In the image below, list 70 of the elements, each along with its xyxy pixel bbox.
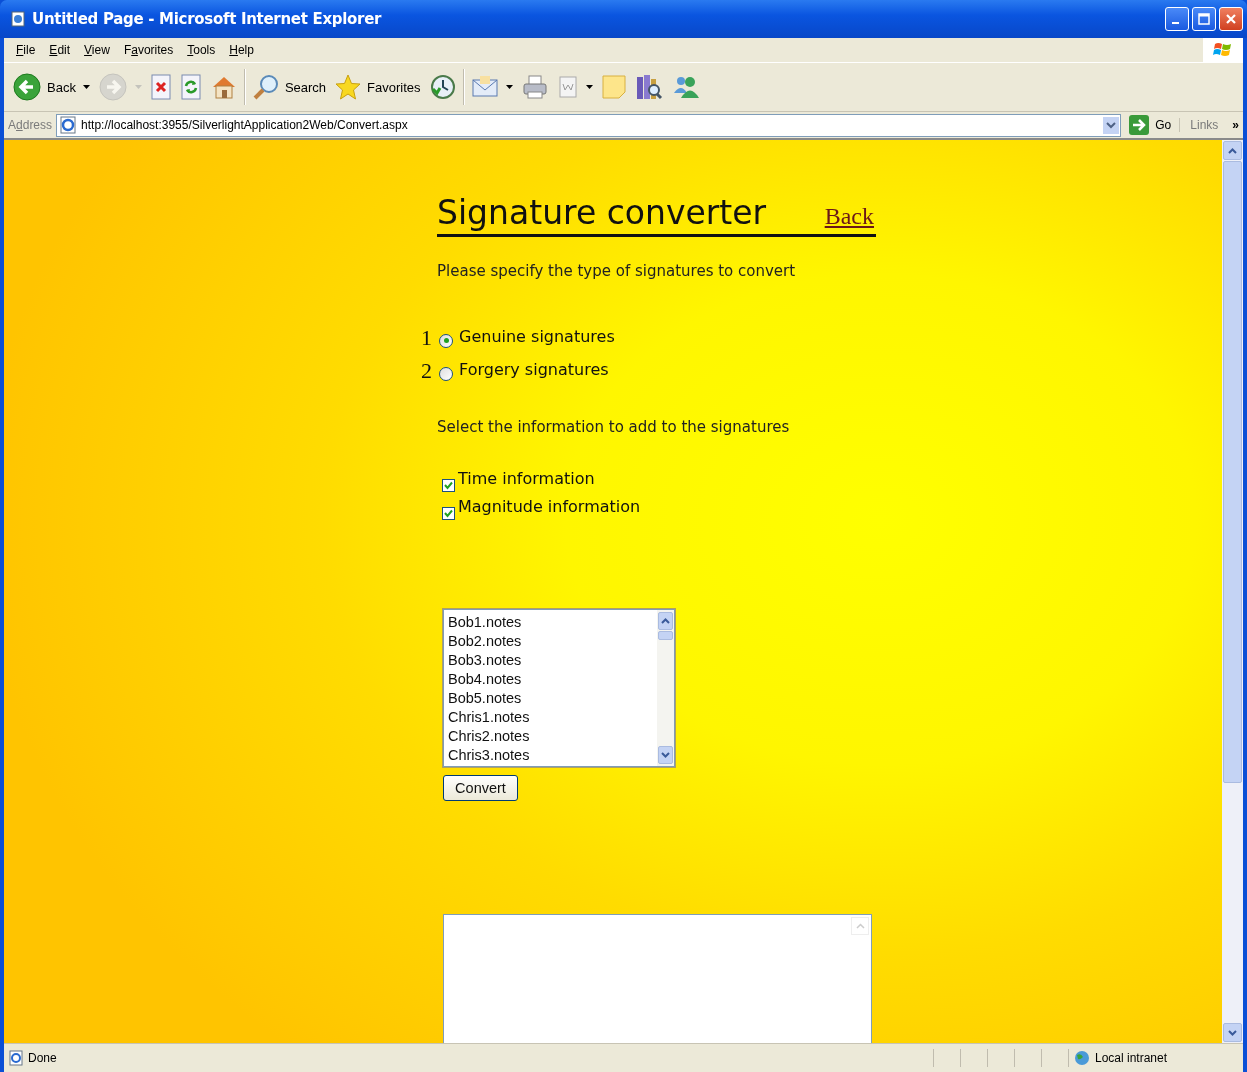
- type-prompt: Please specify the type of signatures to convert: [437, 261, 796, 281]
- checkbox-label: Magnitude information: [458, 496, 641, 516]
- menu-item[interactable]: Help: [223, 41, 262, 59]
- maximize-icon: [1198, 13, 1210, 25]
- option-number: 1: [421, 325, 433, 351]
- mail-icon: [470, 74, 499, 100]
- toolbar-button[interactable]: Search: [247, 71, 331, 103]
- checkbox[interactable]: [442, 478, 455, 492]
- links-label[interactable]: Links: [1179, 118, 1233, 132]
- more-chevron[interactable]: »: [1232, 118, 1243, 132]
- list-item[interactable]: Chris1.notes: [448, 708, 657, 727]
- checkbox[interactable]: [442, 506, 455, 520]
- menu-item[interactable]: Edit: [43, 41, 79, 59]
- convert-button[interactable]: Convert: [443, 775, 518, 801]
- menu-item[interactable]: View: [78, 41, 118, 59]
- status-text: Done: [28, 1051, 58, 1065]
- go-button[interactable]: Go: [1121, 115, 1180, 135]
- printer-icon: [520, 74, 549, 100]
- scrollbar[interactable]: [1222, 140, 1243, 1043]
- note-icon: [600, 74, 627, 100]
- search-icon: [251, 73, 280, 101]
- stop-icon: [149, 74, 172, 100]
- list-item[interactable]: Bob3.notes: [448, 651, 657, 670]
- window-title: Untitled Page - Microsoft Internet Explorer: [32, 10, 382, 28]
- radio-button[interactable]: [439, 366, 453, 381]
- caret-icon: [585, 85, 593, 89]
- close-icon: [1225, 13, 1237, 25]
- caret-icon: [134, 85, 142, 89]
- list-item[interactable]: Bob2.notes: [448, 632, 657, 651]
- info-prompt: Select the information to add to the signatures: [437, 417, 790, 437]
- address-label: Address: [8, 118, 53, 132]
- back-link[interactable]: Back: [824, 203, 874, 230]
- zone-text: Local intranet: [1095, 1051, 1168, 1065]
- close-button[interactable]: [1219, 7, 1243, 31]
- document-icon: [556, 75, 579, 99]
- scrollbar[interactable]: [657, 610, 674, 766]
- maximize-button[interactable]: [1192, 7, 1216, 31]
- page-icon: [8, 1050, 24, 1066]
- radio-button[interactable]: [439, 333, 453, 348]
- menu-item[interactable]: Favorites: [117, 41, 182, 59]
- toolbar-button[interactable]: Back: [8, 70, 94, 104]
- scroll-thumb[interactable]: [658, 631, 673, 640]
- refresh-icon: [179, 74, 202, 100]
- history-icon: [428, 73, 457, 101]
- globe-icon: [1073, 1050, 1091, 1066]
- arrow-icon: [1129, 115, 1150, 135]
- radio-label: Forgery signatures: [459, 359, 609, 379]
- radio-label: Genuine signatures: [459, 326, 615, 346]
- scroll-thumb[interactable]: [1223, 161, 1242, 783]
- minimize-button[interactable]: [1165, 7, 1189, 31]
- toolbar-button[interactable]: Favorites: [330, 71, 425, 103]
- checkbox-label: Time information: [458, 468, 595, 488]
- menu-item[interactable]: File: [10, 41, 44, 59]
- file-list[interactable]: Bob1.notes Bob2.notes Bob3.notes Bob4.notes Bob5.notes Chris1.notes Chris2.notes Chris3.notes: [443, 609, 675, 767]
- address-field[interactable]: http://localhost:3955/SilverlightApplication2Web/Convert.aspx: [56, 113, 1122, 137]
- list-item[interactable]: Chris2.notes: [448, 727, 657, 746]
- star-icon: [334, 73, 363, 101]
- caret-icon: [505, 85, 513, 89]
- menu-item[interactable]: Tools: [181, 41, 224, 59]
- page-icon: [59, 116, 78, 134]
- list-item[interactable]: Bob5.notes: [448, 689, 657, 708]
- page-icon: [10, 11, 26, 27]
- option-number: 2: [421, 358, 433, 384]
- list-item[interactable]: Chris3.notes: [448, 746, 657, 765]
- list-item[interactable]: Bob4.notes: [448, 670, 657, 689]
- minimize-icon: [1172, 22, 1179, 24]
- caret-icon: [82, 85, 90, 89]
- page-heading: Signature converter: [437, 192, 767, 234]
- list-item[interactable]: Bob1.notes: [448, 613, 657, 632]
- books-icon: [634, 73, 663, 101]
